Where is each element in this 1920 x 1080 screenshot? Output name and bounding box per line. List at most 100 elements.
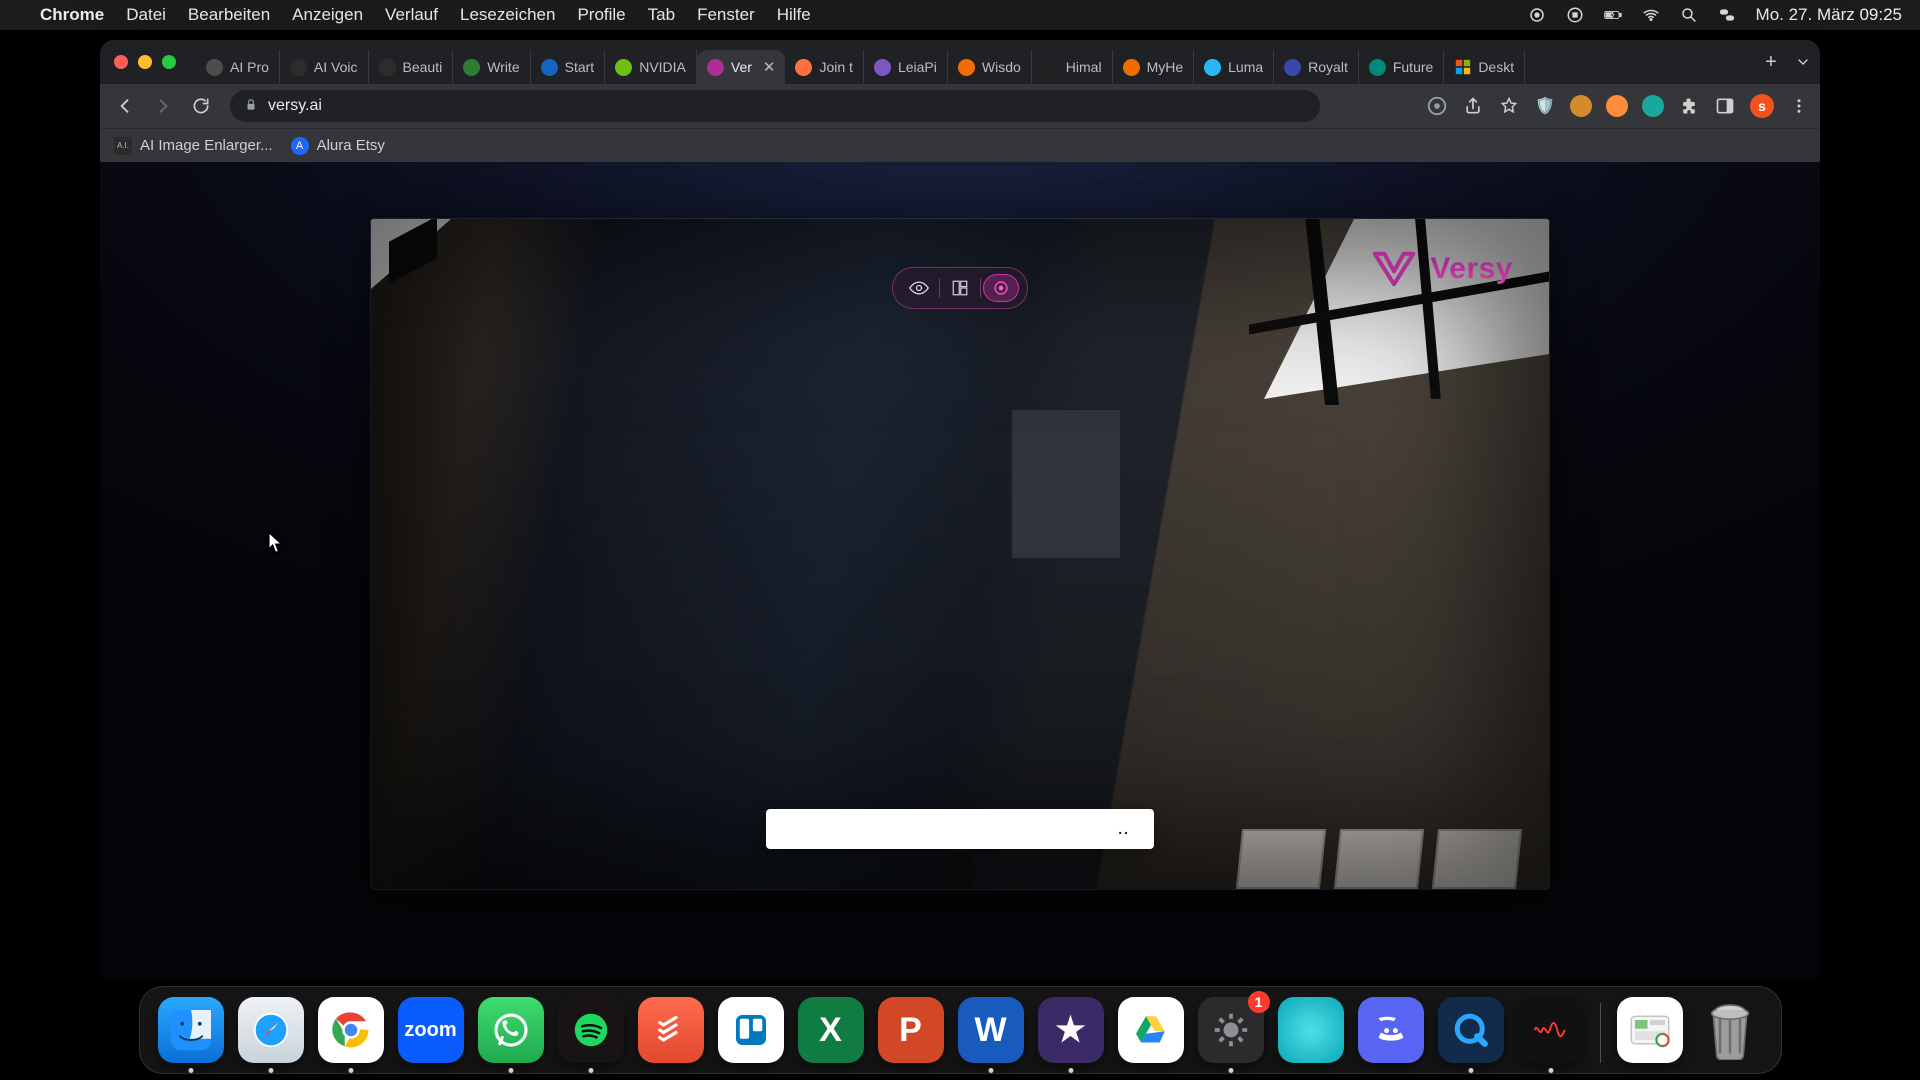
dock-app-word[interactable]: W	[958, 997, 1024, 1063]
tab-label: Start	[565, 59, 595, 75]
extension-teal-icon[interactable]	[1642, 95, 1664, 117]
dock-app-whatsapp[interactable]	[478, 997, 544, 1063]
menu-profile[interactable]: Profile	[577, 5, 625, 25]
chrome-menu-icon[interactable]	[1788, 95, 1810, 117]
tab[interactable]: AI Pro	[196, 50, 280, 84]
google-lens-icon[interactable]	[1426, 95, 1448, 117]
page-viewport: Versy ..	[100, 162, 1820, 980]
dock-app-teal[interactable]	[1278, 997, 1344, 1063]
window-minimize-button[interactable]	[138, 55, 152, 69]
tab[interactable]: MyHe	[1113, 50, 1195, 84]
tab[interactable]: NVIDIA	[605, 50, 697, 84]
tab[interactable]: Deskt	[1444, 50, 1525, 84]
tab[interactable]: Beauti	[369, 50, 454, 84]
dock-app-trello[interactable]	[718, 997, 784, 1063]
profile-avatar[interactable]: s	[1750, 94, 1774, 118]
dock-app-todoist[interactable]	[638, 997, 704, 1063]
extension-orange-icon[interactable]	[1570, 95, 1592, 117]
tab[interactable]: Future	[1359, 50, 1444, 84]
tab-label: MyHe	[1147, 59, 1184, 75]
control-center-icon[interactable]	[1718, 6, 1736, 24]
chrome-tabstrip: AI Pro AI VoicBeauti Write Start NVIDIA Ver ✕ J…	[100, 40, 1820, 84]
share-icon[interactable]	[1462, 95, 1484, 117]
dock-app-imovie[interactable]: ★	[1038, 997, 1104, 1063]
tab-favicon-icon	[1204, 59, 1221, 76]
menu-bearbeiten[interactable]: Bearbeiten	[188, 5, 270, 25]
dock-app-screenshot[interactable]	[1617, 997, 1683, 1063]
menu-anzeigen[interactable]: Anzeigen	[292, 5, 363, 25]
dock-app-spotify[interactable]	[558, 997, 624, 1063]
record-indicator-icon[interactable]	[1528, 6, 1546, 24]
extension-orange2-icon[interactable]	[1606, 95, 1628, 117]
versy-record-button[interactable]	[983, 274, 1019, 302]
versy-view-button[interactable]	[901, 274, 937, 302]
reload-button[interactable]	[186, 91, 216, 121]
dock-app-quicktime[interactable]	[1438, 997, 1504, 1063]
tabs-overflow-button[interactable]	[1786, 54, 1820, 70]
extensions-puzzle-icon[interactable]	[1678, 95, 1700, 117]
new-tab-button[interactable]: +	[1756, 47, 1786, 77]
tab-label: AI Pro	[230, 59, 269, 75]
tab[interactable]: AI Voic	[280, 50, 369, 84]
versy-layout-button[interactable]	[942, 274, 978, 302]
tab-favicon-icon	[958, 59, 975, 76]
side-panel-icon[interactable]	[1714, 95, 1736, 117]
back-button[interactable]	[110, 91, 140, 121]
extension-shield-icon[interactable]: 🛡️	[1534, 95, 1556, 117]
address-bar-url: versy.ai	[268, 97, 322, 115]
tab[interactable]: Luma	[1194, 50, 1274, 84]
menu-hilfe[interactable]: Hilfe	[777, 5, 811, 25]
tab-label: Ver	[731, 59, 752, 75]
address-bar[interactable]: versy.ai	[230, 90, 1320, 122]
dock-app-trash[interactable]	[1697, 997, 1763, 1063]
toolbar-extensions: 🛡️ s	[1426, 94, 1810, 118]
menubar-app-name[interactable]: Chrome	[40, 5, 104, 25]
dock-app-zoom[interactable]: zoom	[398, 997, 464, 1063]
dock-app-safari[interactable]	[238, 997, 304, 1063]
versy-prompt-text: ..	[1118, 821, 1130, 837]
window-close-button[interactable]	[114, 55, 128, 69]
bookmark-star-icon[interactable]	[1498, 95, 1520, 117]
dock-app-excel[interactable]: X	[798, 997, 864, 1063]
tab[interactable]: Royalt	[1274, 50, 1359, 84]
dock-app-drive[interactable]	[1118, 997, 1184, 1063]
menu-tab[interactable]: Tab	[648, 5, 675, 25]
menu-datei[interactable]: Datei	[126, 5, 166, 25]
tab-label: LeiaPi	[898, 59, 937, 75]
dock-badge: 1	[1248, 991, 1270, 1013]
dock-app-powerpoint[interactable]: P	[878, 997, 944, 1063]
dock-app-voicememos[interactable]	[1518, 997, 1584, 1063]
tab-close-icon[interactable]: ✕	[763, 58, 776, 76]
menubar-datetime[interactable]: Mo. 27. März 09:25	[1756, 5, 1902, 25]
dock-app-finder[interactable]	[158, 997, 224, 1063]
search-icon[interactable]	[1680, 6, 1698, 24]
tab-label: Wisdo	[982, 59, 1021, 75]
versy-canvas[interactable]: Versy ..	[370, 218, 1550, 890]
forward-button[interactable]	[148, 91, 178, 121]
menu-lesezeichen[interactable]: Lesezeichen	[460, 5, 555, 25]
tab-active[interactable]: Ver ✕	[697, 50, 786, 84]
menu-verlauf[interactable]: Verlauf	[385, 5, 438, 25]
tab-favicon-icon	[463, 59, 480, 76]
dock-app-settings[interactable]: 1	[1198, 997, 1264, 1063]
battery-icon[interactable]	[1604, 6, 1622, 24]
wifi-icon[interactable]	[1642, 6, 1660, 24]
menu-fenster[interactable]: Fenster	[697, 5, 755, 25]
tab[interactable]: Wisdo	[948, 50, 1032, 84]
tab-label: Write	[487, 59, 519, 75]
dock-app-discord[interactable]	[1358, 997, 1424, 1063]
tab[interactable]: Start	[531, 50, 606, 84]
bookmark-favicon: A	[291, 137, 309, 155]
tab[interactable]: LeiaPi	[864, 50, 948, 84]
bookmark-item[interactable]: A.I. AI Image Enlarger...	[114, 137, 273, 155]
dock-app-chrome[interactable]	[318, 997, 384, 1063]
bookmark-item[interactable]: A Alura Etsy	[291, 137, 385, 155]
versy-prompt-input[interactable]: ..	[766, 809, 1154, 849]
window-zoom-button[interactable]	[162, 55, 176, 69]
tab[interactable]: Write	[453, 50, 530, 84]
stop-indicator-icon[interactable]	[1566, 6, 1584, 24]
bookmark-label: AI Image Enlarger...	[140, 137, 273, 154]
tab[interactable]: Himal	[1032, 50, 1113, 84]
tab[interactable]: Join t	[785, 50, 863, 84]
tab-favicon-icon	[707, 59, 724, 76]
